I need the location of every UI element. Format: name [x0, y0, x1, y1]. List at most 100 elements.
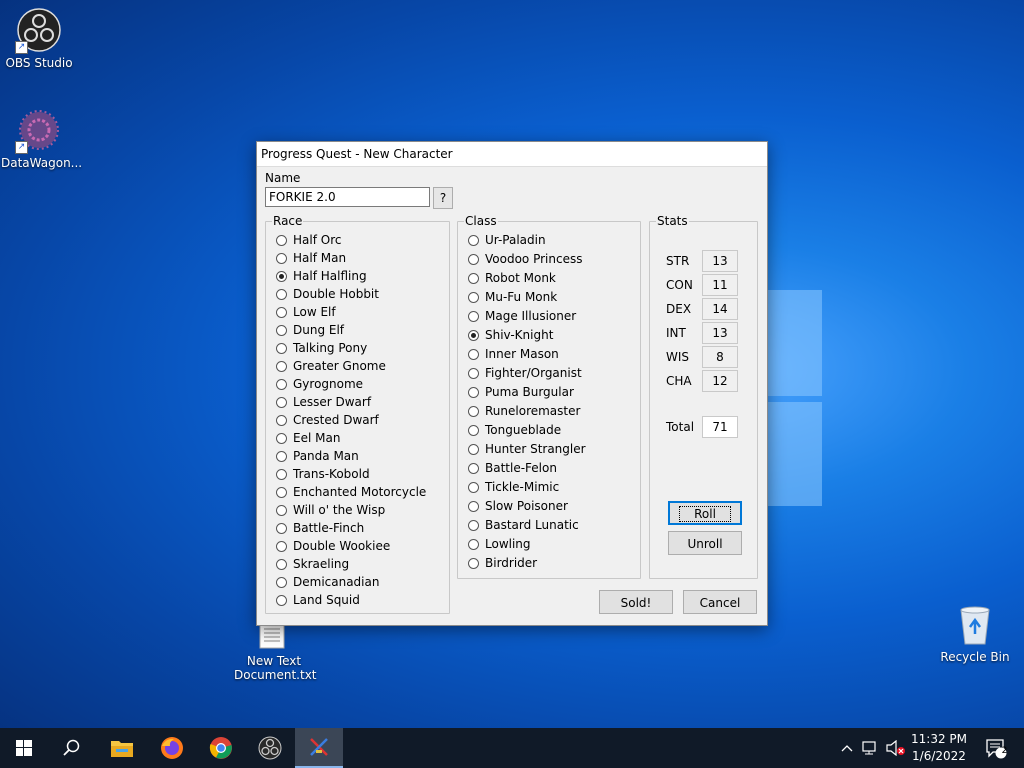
radio-button-icon[interactable] [276, 594, 287, 606]
radio-button-icon[interactable] [468, 272, 479, 284]
clock-time[interactable]: 11:32 PM [910, 732, 968, 746]
radio-button-icon[interactable] [276, 360, 287, 372]
radio-button-icon[interactable] [276, 432, 287, 444]
radio-button-icon[interactable] [276, 504, 287, 516]
radio-button-icon[interactable] [468, 386, 479, 398]
race-option[interactable]: Demicanadian [276, 573, 379, 591]
class-option[interactable]: Lowling [468, 535, 531, 553]
race-option[interactable]: Talking Pony [276, 339, 367, 357]
radio-button-icon[interactable] [468, 234, 479, 246]
race-option[interactable]: Dung Elf [276, 321, 344, 339]
radio-button-icon[interactable] [468, 462, 479, 474]
radio-button-icon[interactable] [468, 367, 479, 379]
desktop-icon-obs-studio[interactable]: ↗ OBS Studio [1, 8, 77, 70]
radio-button-icon[interactable] [468, 348, 479, 360]
radio-button-icon[interactable] [468, 405, 479, 417]
dialog-title[interactable]: Progress Quest - New Character [257, 142, 767, 167]
random-name-button[interactable]: ? [433, 187, 453, 209]
radio-button-icon[interactable] [276, 324, 287, 336]
radio-button-icon[interactable] [468, 291, 479, 303]
race-option[interactable]: Skraeling [276, 555, 349, 573]
race-option[interactable]: Land Squid [276, 591, 360, 609]
radio-button-icon[interactable] [276, 468, 287, 480]
radio-button-icon[interactable] [276, 288, 287, 300]
race-option[interactable]: Half Halfling [276, 267, 367, 285]
radio-button-icon[interactable] [276, 522, 287, 534]
radio-button-icon[interactable] [468, 538, 479, 550]
race-option[interactable]: Lesser Dwarf [276, 393, 371, 411]
sold-button[interactable]: Sold! [599, 590, 673, 614]
taskbar-file-explorer[interactable] [98, 728, 146, 768]
desktop-icon-datawagon[interactable]: ↗ DataWagon... [1, 108, 82, 170]
clock-date[interactable]: 1/6/2022 [910, 749, 968, 763]
search-button[interactable] [48, 728, 96, 768]
class-option[interactable]: Tickle-Mimic [468, 478, 559, 496]
radio-button-icon[interactable] [468, 329, 479, 341]
radio-button-icon[interactable] [276, 306, 287, 318]
taskbar-chrome[interactable] [197, 728, 245, 768]
race-option[interactable]: Enchanted Motorcycle [276, 483, 426, 501]
radio-button-icon[interactable] [468, 519, 479, 531]
race-option[interactable]: Will o' the Wisp [276, 501, 385, 519]
race-option[interactable]: Double Hobbit [276, 285, 379, 303]
radio-button-icon[interactable] [276, 378, 287, 390]
class-option[interactable]: Slow Poisoner [468, 497, 568, 515]
desktop-icon-new-text-document[interactable]: New Text Document.txt [234, 620, 317, 682]
desktop-icon-recycle-bin[interactable]: Recycle Bin [937, 602, 1013, 664]
race-option[interactable]: Trans-Kobold [276, 465, 370, 483]
radio-button-icon[interactable] [468, 443, 479, 455]
radio-button-icon[interactable] [276, 396, 287, 408]
cancel-button[interactable]: Cancel [683, 590, 757, 614]
radio-button-icon[interactable] [468, 310, 479, 322]
radio-button-icon[interactable] [276, 342, 287, 354]
class-option[interactable]: Bastard Lunatic [468, 516, 579, 534]
radio-button-icon[interactable] [276, 576, 287, 588]
radio-button-icon[interactable] [276, 414, 287, 426]
race-option[interactable]: Eel Man [276, 429, 340, 447]
class-option[interactable]: Shiv-Knight [468, 326, 553, 344]
radio-button-icon[interactable] [276, 486, 287, 498]
radio-button-icon[interactable] [276, 234, 287, 246]
radio-button-icon[interactable] [276, 558, 287, 570]
roll-button[interactable]: Roll [668, 501, 742, 525]
class-option[interactable]: Runeloremaster [468, 402, 580, 420]
unroll-button[interactable]: Unroll [668, 531, 742, 555]
action-center-button[interactable]: 2 [978, 728, 1014, 768]
class-option[interactable]: Hunter Strangler [468, 440, 586, 458]
class-option[interactable]: Puma Burgular [468, 383, 574, 401]
taskbar-progress-quest[interactable] [295, 728, 343, 768]
class-option[interactable]: Fighter/Organist [468, 364, 582, 382]
class-option[interactable]: Tongueblade [468, 421, 561, 439]
taskbar-firefox[interactable] [148, 728, 196, 768]
race-option[interactable]: Low Elf [276, 303, 336, 321]
race-option[interactable]: Battle-Finch [276, 519, 364, 537]
tray-network-button[interactable] [859, 728, 883, 768]
radio-button-icon[interactable] [468, 253, 479, 265]
race-option[interactable]: Panda Man [276, 447, 359, 465]
class-option[interactable]: Mage Illusioner [468, 307, 576, 325]
radio-button-icon[interactable] [468, 557, 479, 569]
race-option[interactable]: Gyrognome [276, 375, 363, 393]
radio-button-icon[interactable] [468, 424, 479, 436]
tray-volume-button[interactable] [884, 728, 908, 768]
radio-button-icon[interactable] [468, 500, 479, 512]
race-option[interactable]: Half Man [276, 249, 346, 267]
radio-button-icon[interactable] [276, 450, 287, 462]
race-option[interactable]: Double Wookiee [276, 537, 390, 555]
tray-overflow-button[interactable] [836, 728, 858, 768]
race-option[interactable]: Half Orc [276, 231, 341, 249]
taskbar-obs-studio[interactable] [246, 728, 294, 768]
class-option[interactable]: Ur-Paladin [468, 231, 546, 249]
radio-button-icon[interactable] [468, 481, 479, 493]
race-option[interactable]: Greater Gnome [276, 357, 386, 375]
radio-button-icon[interactable] [276, 252, 287, 264]
class-option[interactable]: Robot Monk [468, 269, 556, 287]
class-option[interactable]: Battle-Felon [468, 459, 557, 477]
name-input[interactable]: FORKIE 2.0 [265, 187, 430, 207]
race-option[interactable]: Crested Dwarf [276, 411, 379, 429]
class-option[interactable]: Voodoo Princess [468, 250, 582, 268]
radio-button-icon[interactable] [276, 540, 287, 552]
start-button[interactable] [0, 728, 48, 768]
class-option[interactable]: Mu-Fu Monk [468, 288, 557, 306]
radio-button-icon[interactable] [276, 270, 287, 282]
